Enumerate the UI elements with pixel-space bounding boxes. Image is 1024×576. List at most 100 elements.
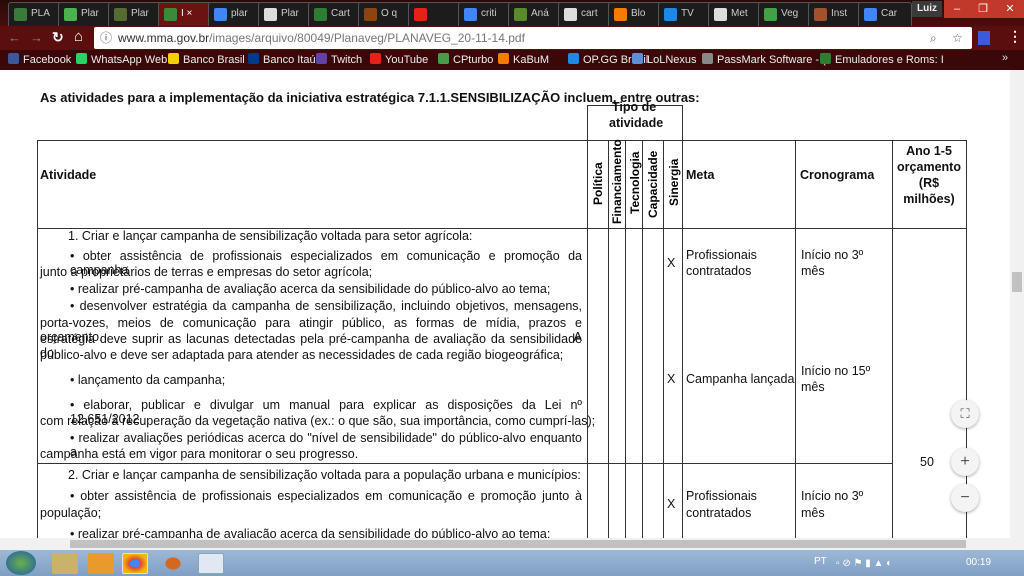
tab-label: O q xyxy=(381,8,398,19)
bookmark-label: Banco Brasil xyxy=(183,54,245,66)
tab[interactable]: Plar xyxy=(58,2,112,26)
column-orcamento: (R$ xyxy=(918,176,940,190)
bookmark-4[interactable]: Twitch xyxy=(316,53,362,66)
bookmark-star-icon[interactable]: ☆ xyxy=(952,27,963,49)
tab[interactable]: PLA xyxy=(8,2,62,26)
column-orcamento: milhões) xyxy=(903,192,955,206)
tab[interactable]: Aná xyxy=(508,2,562,26)
tab[interactable]: Blo xyxy=(608,2,662,26)
bookmark-label: PassMark Software - ( xyxy=(717,54,826,66)
bookmark-label: Facebook xyxy=(23,54,72,66)
vertical-scroll-thumb[interactable] xyxy=(1012,272,1022,292)
column-orcamento: Ano 1-5 xyxy=(906,144,952,158)
tab[interactable]: Veg xyxy=(758,2,812,26)
tab[interactable]: Met xyxy=(708,2,762,26)
tab[interactable]: Plar xyxy=(258,2,312,26)
tab[interactable]: Inst xyxy=(808,2,862,26)
activity-line: público-alvo e deve ser adaptada para at… xyxy=(40,348,564,362)
tab-favicon-icon xyxy=(414,8,427,21)
tab-favicon-icon xyxy=(514,8,527,21)
bookmark-label: YouTube xyxy=(385,54,429,66)
sinergia-mark: X xyxy=(667,372,676,386)
bookmark-2[interactable]: Banco Brasil xyxy=(168,53,245,66)
media-player-icon[interactable] xyxy=(88,553,114,574)
meta-text: Campanha lançada xyxy=(686,372,795,386)
zoom-icon[interactable]: ⌕ xyxy=(930,27,937,49)
cronograma-text: mês xyxy=(801,506,825,520)
bookmark-11[interactable]: Emuladores e Roms: I xyxy=(820,53,944,66)
app-icon[interactable] xyxy=(160,553,186,574)
chrome-icon[interactable] xyxy=(122,553,148,574)
tab-favicon-icon xyxy=(214,8,227,21)
bookmark-1[interactable]: WhatsApp Web xyxy=(76,53,167,66)
tab[interactable]: O q xyxy=(358,2,412,26)
minimize-button[interactable]: – xyxy=(944,0,970,18)
bookmarks-overflow[interactable]: » xyxy=(1002,52,1008,64)
tab-label: Plar xyxy=(131,8,149,19)
profile-button[interactable]: Luiz xyxy=(912,1,942,17)
sinergia-mark: X xyxy=(667,497,676,511)
tab[interactable]: criti xyxy=(458,2,512,26)
system-tray-icons[interactable]: ▫ ⊘ ⚑ ▮ ▲ ◐ xyxy=(836,558,926,570)
activity-title: 1. Criar e lançar campanha de sensibiliz… xyxy=(68,229,473,243)
meta-text: Profissionais xyxy=(686,489,757,503)
bookmark-9[interactable]: LoLNexus xyxy=(632,53,697,66)
tab-label: Blo xyxy=(631,8,646,19)
window-icon[interactable] xyxy=(198,553,224,574)
sinergia-mark: X xyxy=(667,256,676,270)
tab[interactable]: Car xyxy=(858,2,912,26)
tab[interactable]: Cart xyxy=(308,2,362,26)
tab[interactable]: plar xyxy=(208,2,262,26)
horizontal-scroll-thumb[interactable] xyxy=(70,540,966,548)
bookmark-5[interactable]: YouTube xyxy=(370,53,428,66)
table-border xyxy=(795,140,796,538)
tab-favicon-icon xyxy=(314,8,327,21)
bookmark-label: Twitch xyxy=(331,54,363,66)
forward-icon[interactable]: → xyxy=(30,30,43,45)
back-icon[interactable]: ← xyxy=(8,30,21,45)
home-icon[interactable]: ⌂ xyxy=(74,28,83,45)
bookmark-0[interactable]: Facebook xyxy=(8,53,71,66)
table-border xyxy=(587,105,588,140)
tab[interactable]: I × xyxy=(158,2,212,26)
menu-icon[interactable]: ⋮ xyxy=(1008,28,1022,45)
extension-icon[interactable] xyxy=(978,31,990,45)
table-border xyxy=(625,140,626,538)
cronograma-text: mês xyxy=(801,380,825,394)
tab-close-icon[interactable]: × xyxy=(184,8,193,19)
tab-label: Met xyxy=(731,8,748,19)
zoom-in-button[interactable]: + xyxy=(951,448,979,476)
language-indicator[interactable]: PT xyxy=(814,556,827,567)
activity-title: 2. Criar e lançar campanha de sensibiliz… xyxy=(68,468,581,482)
tab-favicon-icon xyxy=(364,8,377,21)
bookmark-7[interactable]: KaBuM xyxy=(498,53,549,66)
tipo-header: atividade xyxy=(609,116,664,130)
bookmark-favicon-icon xyxy=(438,53,449,64)
tab-label: Plar xyxy=(81,8,99,19)
column-tecnologia: Tecnologia xyxy=(628,151,642,214)
bookmark-favicon-icon xyxy=(8,53,19,64)
clock[interactable]: 00:19 xyxy=(966,557,991,568)
tab-favicon-icon xyxy=(164,8,177,21)
close-window-button[interactable]: ✕ xyxy=(996,0,1024,18)
bookmark-3[interactable]: Banco Itaú xyxy=(248,53,316,66)
vertical-scrollbar[interactable] xyxy=(1010,70,1024,538)
explorer-icon[interactable] xyxy=(52,553,78,574)
bookmark-favicon-icon xyxy=(632,53,643,64)
reload-icon[interactable]: ↻ xyxy=(52,29,64,46)
start-button[interactable] xyxy=(6,551,36,575)
tab[interactable]: cart xyxy=(558,2,612,26)
maximize-button[interactable]: ❐ xyxy=(970,0,996,18)
tab[interactable]: Plar xyxy=(108,2,162,26)
bookmark-10[interactable]: PassMark Software - ( xyxy=(702,53,826,66)
fit-page-button[interactable]: ⛶ xyxy=(951,400,979,428)
tab-favicon-icon xyxy=(114,8,127,21)
activity-line: com relação à recuperação da vegetação n… xyxy=(40,414,596,428)
tab[interactable]: TV xyxy=(658,2,712,26)
bookmark-label: CPturbo xyxy=(453,54,494,66)
address-bar[interactable]: ⓘ www.mma.gov.br/images/arquivo/80049/Pl… xyxy=(94,27,972,49)
zoom-out-button[interactable]: − xyxy=(951,484,979,512)
bookmark-6[interactable]: CPturbo xyxy=(438,53,493,66)
tab[interactable] xyxy=(408,2,462,26)
bookmark-favicon-icon xyxy=(168,53,179,64)
